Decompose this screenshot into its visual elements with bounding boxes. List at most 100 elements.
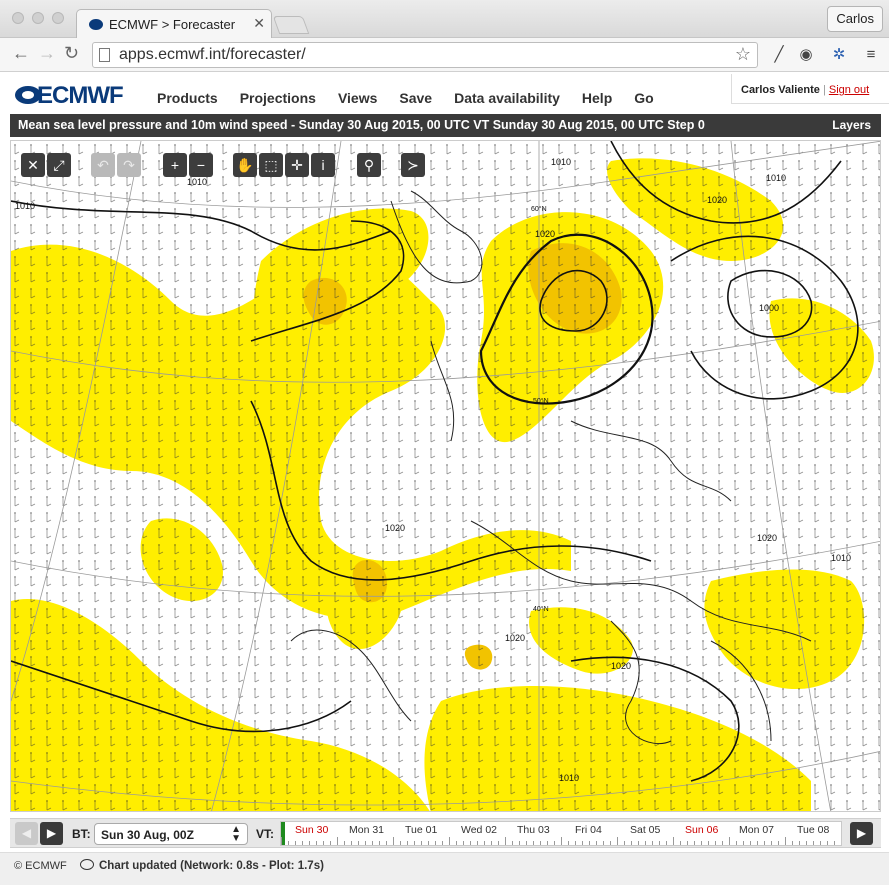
main-menu: Products Projections Views Save Data ava… [157, 90, 676, 106]
timeline-tick [512, 841, 513, 845]
svg-text:50°N: 50°N [533, 397, 549, 405]
tab-close-icon[interactable]: ✕ [253, 15, 265, 32]
timeline-tick [386, 841, 387, 845]
layers-button[interactable]: Layers [832, 118, 871, 132]
minimize-window-button[interactable] [32, 12, 44, 24]
address-bar[interactable]: apps.ecmwf.int/forecaster/ ☆ [92, 42, 758, 68]
url-text[interactable]: apps.ecmwf.int/forecaster/ [119, 46, 306, 64]
bookmark-star-icon[interactable]: ☆ [735, 44, 751, 65]
pan-hand-icon[interactable]: ✋ [233, 153, 257, 177]
timeline-tick [407, 841, 408, 845]
timeline-tick [421, 841, 422, 845]
svg-text:1020: 1020 [707, 195, 727, 205]
sign-out-link[interactable]: Sign out [829, 84, 869, 96]
valid-time-timeline[interactable]: Sun 30 Mon 31 Tue 01 Wed 02 Thu 03 Fri 0… [280, 821, 842, 846]
timeline-tick [344, 841, 345, 845]
day-label[interactable]: Tue 08 [797, 824, 829, 836]
next-base-time-icon[interactable]: ▶ [40, 822, 63, 845]
menu-views[interactable]: Views [338, 90, 377, 106]
menu-data-availability[interactable]: Data availability [454, 90, 560, 106]
timeline-tick [288, 841, 289, 845]
day-label[interactable]: Fri 04 [575, 824, 602, 836]
timeline-tick [428, 841, 429, 845]
day-label[interactable]: Wed 02 [461, 824, 497, 836]
info-icon[interactable]: i [311, 153, 335, 177]
undo-icon[interactable]: ↶ [91, 153, 115, 177]
day-label[interactable]: Mon 31 [349, 824, 384, 836]
timeline-tick [330, 841, 331, 845]
timeline-tick [372, 841, 373, 845]
browser-tab[interactable]: ECMWF > Forecaster ✕ [76, 9, 272, 38]
forecast-map[interactable]: 1010 1010 1010 1020 1020 1020 1000 1020 … [10, 140, 881, 812]
day-label[interactable]: Thu 03 [517, 824, 550, 836]
base-time-select[interactable]: Sun 30 Aug, 00Z ▲ ▼ [94, 823, 248, 845]
timeline-tick [596, 841, 597, 845]
timeline-tick [743, 841, 744, 845]
timeline-tick [281, 837, 282, 845]
timeline-tick [463, 841, 464, 845]
close-window-button[interactable] [12, 12, 24, 24]
timeline-tick [449, 837, 450, 845]
timeline-tick [820, 841, 821, 845]
timeline-tick [547, 841, 548, 845]
timeline-tick [351, 841, 352, 845]
vt-label: VT: [256, 827, 274, 841]
incognito-mask-icon[interactable]: ◉ [797, 46, 815, 64]
svg-text:1020: 1020 [611, 661, 631, 671]
previous-step-icon[interactable]: ◀ [15, 822, 38, 845]
timeline-tick [526, 841, 527, 845]
play-forward-icon[interactable]: ▶ [850, 822, 873, 845]
timeline-tick [638, 841, 639, 845]
svg-text:1010: 1010 [559, 773, 579, 783]
timeline-tick [414, 841, 415, 845]
day-label[interactable]: Sun 06 [685, 824, 718, 836]
extension-person-icon[interactable]: ✲ [830, 46, 848, 64]
location-pin-icon[interactable]: ⚲ [357, 153, 381, 177]
timeline-tick [379, 841, 380, 845]
timeline-tick [589, 841, 590, 845]
browser-toolbar: ← → ↻ apps.ecmwf.int/forecaster/ ☆ ╱ ◉ ✲… [0, 38, 889, 72]
status-bar: © ECMWF Chart updated (Network: 0.8s - P… [0, 852, 889, 885]
fullscreen-icon[interactable]: ⤢ [47, 153, 71, 177]
status-message: Chart updated (Network: 0.8s - Plot: 1.7… [80, 859, 324, 872]
timeline-tick [491, 841, 492, 845]
cross-section-icon[interactable]: ≻ [401, 153, 425, 177]
menu-go[interactable]: Go [634, 90, 653, 106]
reload-icon[interactable]: ↻ [64, 43, 79, 64]
timeline-tick [631, 841, 632, 845]
menu-products[interactable]: Products [157, 90, 218, 106]
day-label[interactable]: Sat 05 [630, 824, 660, 836]
menu-help[interactable]: Help [582, 90, 612, 106]
timeline-tick [568, 841, 569, 845]
timeline-tick [617, 837, 618, 845]
zoom-in-icon[interactable]: + [163, 153, 187, 177]
day-label[interactable]: Tue 01 [405, 824, 437, 836]
day-label[interactable]: Sun 30 [295, 824, 328, 836]
zoom-box-icon[interactable]: ⬚ [259, 153, 283, 177]
day-label[interactable]: Mon 07 [739, 824, 774, 836]
back-arrow-icon[interactable]: ← [12, 43, 30, 64]
new-tab-button[interactable] [272, 16, 310, 34]
timeline-tick [645, 841, 646, 845]
profile-button[interactable]: Carlos [827, 6, 883, 32]
redo-icon[interactable]: ↷ [117, 153, 141, 177]
timeline-tick [295, 841, 296, 845]
timeline-tick [652, 841, 653, 845]
timeline-tick [561, 837, 562, 845]
crosshair-icon[interactable]: ✛ [285, 153, 309, 177]
forward-arrow-icon[interactable]: → [38, 43, 56, 64]
maximize-window-button[interactable] [52, 12, 64, 24]
extension-pen-icon[interactable]: ╱ [770, 46, 788, 64]
menu-save[interactable]: Save [399, 90, 432, 106]
timeline-tick [442, 841, 443, 845]
close-icon[interactable]: ✕ [21, 153, 45, 177]
timeline-tick [365, 841, 366, 845]
browser-menu-icon[interactable]: ≡ [862, 46, 880, 64]
timeline-tick [435, 841, 436, 845]
zoom-out-icon[interactable]: − [189, 153, 213, 177]
chart-title: Mean sea level pressure and 10m wind spe… [18, 118, 705, 132]
timeline-tick [498, 841, 499, 845]
menu-projections[interactable]: Projections [240, 90, 316, 106]
timeline-tick [659, 841, 660, 845]
timeline-tick [715, 841, 716, 845]
